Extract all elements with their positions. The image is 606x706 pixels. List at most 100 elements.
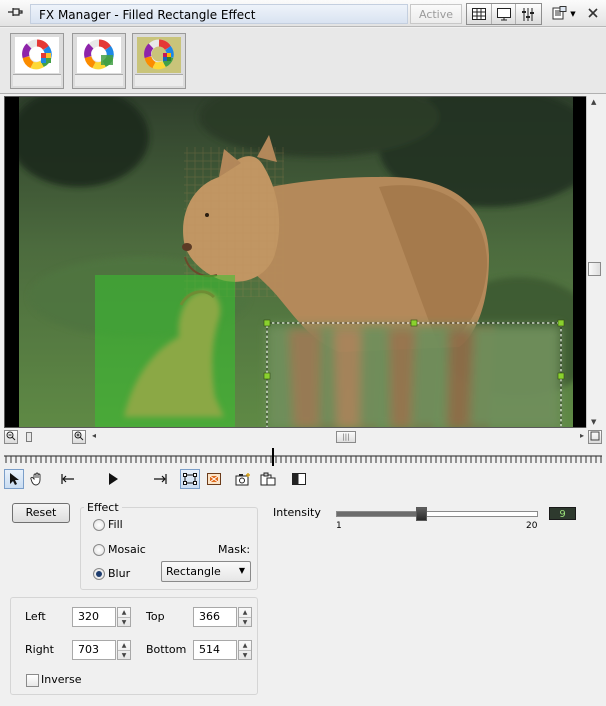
- play-icon: [109, 473, 118, 485]
- go-start-button[interactable]: [58, 469, 78, 489]
- fit-window-icon: [590, 431, 600, 441]
- mask-label: Mask:: [218, 543, 251, 556]
- close-button[interactable]: [584, 4, 602, 22]
- spin-up-icon: ▲: [121, 609, 127, 616]
- pointer-icon: [10, 473, 19, 485]
- radio-fill[interactable]: [93, 519, 105, 531]
- inverse-checkbox[interactable]: [26, 674, 39, 687]
- spin-up-icon: ▲: [242, 609, 248, 616]
- palette-icon: [15, 37, 59, 73]
- view-mode-group: [466, 3, 542, 25]
- right-label: Right: [25, 643, 54, 656]
- tool-bar: [0, 468, 606, 490]
- intensity-label: Intensity: [273, 506, 321, 519]
- scroll-left-icon[interactable]: ◂: [92, 431, 96, 440]
- reset-button[interactable]: Reset: [12, 503, 70, 523]
- spin-down-icon: ▼: [118, 650, 130, 659]
- vertical-scrollbar[interactable]: ▲ ▼: [586, 96, 602, 428]
- hand-icon: [30, 472, 41, 486]
- pin-icon[interactable]: [6, 6, 24, 20]
- mask-select-value: Rectangle: [166, 565, 221, 578]
- effect-thumbnail-1[interactable]: [10, 33, 64, 89]
- inverse-label[interactable]: Inverse: [41, 673, 82, 687]
- spin-down-icon: ▼: [118, 617, 130, 626]
- image-canvas[interactable]: [4, 96, 602, 428]
- radio-mosaic[interactable]: [93, 544, 105, 556]
- mask-select[interactable]: Rectangle ▼: [161, 561, 251, 582]
- zoom-slider[interactable]: [26, 432, 70, 442]
- fit-window-button[interactable]: [588, 430, 602, 444]
- intensity-slider-fill: [337, 512, 421, 516]
- effect-thumbnail-3[interactable]: [132, 33, 186, 89]
- split-view-icon: [292, 473, 306, 485]
- properties-menu-button[interactable]: ▼: [547, 3, 581, 25]
- lioness-photo: [19, 97, 573, 427]
- chevron-down-icon: ▼: [238, 566, 245, 575]
- intensity-max-label: 20: [526, 521, 538, 531]
- rectangle-select-icon: [183, 473, 197, 485]
- go-end-button[interactable]: [150, 469, 170, 489]
- sliders-icon[interactable]: [515, 4, 539, 24]
- bottom-label: Bottom: [146, 643, 187, 656]
- bottom-input[interactable]: 514: [193, 640, 237, 660]
- properties-menu-icon: [552, 5, 568, 23]
- paste-icon: [260, 472, 276, 486]
- right-input[interactable]: 703: [72, 640, 116, 660]
- top-input[interactable]: 366: [193, 607, 237, 627]
- effect-thumbnail-2[interactable]: [72, 33, 126, 89]
- radio-mosaic-label[interactable]: Mosaic: [108, 543, 146, 557]
- hand-tool-button[interactable]: [27, 469, 47, 489]
- intensity-value-display: 9: [549, 507, 576, 520]
- left-spinner[interactable]: ▲ ▼: [117, 607, 131, 627]
- bottom-spinner[interactable]: ▲ ▼: [238, 640, 252, 660]
- intensity-slider-knob[interactable]: [416, 507, 427, 521]
- palette-icon: [137, 37, 181, 73]
- chevron-down-icon: ▼: [570, 10, 576, 18]
- left-input[interactable]: 320: [72, 607, 116, 627]
- zoom-in-button[interactable]: [72, 430, 86, 444]
- snapshot-button[interactable]: [233, 469, 253, 489]
- snapshot-icon: [235, 473, 250, 486]
- spin-down-icon: ▼: [239, 650, 251, 659]
- play-button[interactable]: [103, 469, 123, 489]
- palette-icon: [77, 37, 121, 73]
- top-spinner[interactable]: ▲ ▼: [238, 607, 252, 627]
- right-spinner[interactable]: ▲ ▼: [117, 640, 131, 660]
- intensity-min-label: 1: [336, 521, 342, 531]
- fill-effect-button[interactable]: [204, 469, 224, 489]
- effect-thumbnail-strip: [0, 28, 606, 94]
- close-icon: [588, 8, 598, 18]
- top-label: Top: [146, 610, 165, 623]
- radio-fill-label[interactable]: Fill: [108, 518, 123, 532]
- monitor-icon[interactable]: [491, 4, 515, 24]
- timeline-ruler[interactable]: [4, 448, 602, 466]
- vertical-scroll-thumb[interactable]: [588, 262, 601, 276]
- intensity-slider[interactable]: [336, 507, 538, 521]
- zoom-out-button[interactable]: [4, 430, 18, 444]
- scroll-up-icon[interactable]: ▲: [591, 98, 596, 106]
- effect-group-title: Effect: [84, 501, 122, 514]
- zoom-out-icon: [6, 431, 16, 441]
- left-label: Left: [25, 610, 46, 623]
- scroll-down-icon[interactable]: ▼: [591, 418, 596, 426]
- fill-effect-icon: [207, 473, 221, 485]
- split-view-button[interactable]: [289, 469, 309, 489]
- zoom-slider-knob[interactable]: [26, 432, 32, 442]
- pointer-tool-button[interactable]: [4, 469, 24, 489]
- horizontal-scrollbar[interactable]: ◂ ||| ▸: [90, 430, 586, 444]
- horizontal-scroll-thumb[interactable]: |||: [336, 431, 356, 443]
- go-start-icon: [61, 474, 74, 484]
- zoom-in-icon: [74, 431, 84, 441]
- scroll-right-icon[interactable]: ▸: [580, 431, 584, 440]
- paste-button[interactable]: [258, 469, 278, 489]
- spin-up-icon: ▲: [121, 642, 127, 649]
- radio-blur-label[interactable]: Blur: [108, 567, 130, 581]
- radio-blur[interactable]: [93, 568, 105, 580]
- grid-view-icon[interactable]: [467, 4, 491, 24]
- rectangle-select-button[interactable]: [180, 469, 200, 489]
- go-end-icon: [154, 474, 167, 484]
- spin-up-icon: ▲: [242, 642, 248, 649]
- spin-down-icon: ▼: [239, 617, 251, 626]
- active-status-button[interactable]: Active: [410, 4, 462, 24]
- title-bar: FX Manager - Filled Rectangle Effect Act…: [0, 0, 606, 27]
